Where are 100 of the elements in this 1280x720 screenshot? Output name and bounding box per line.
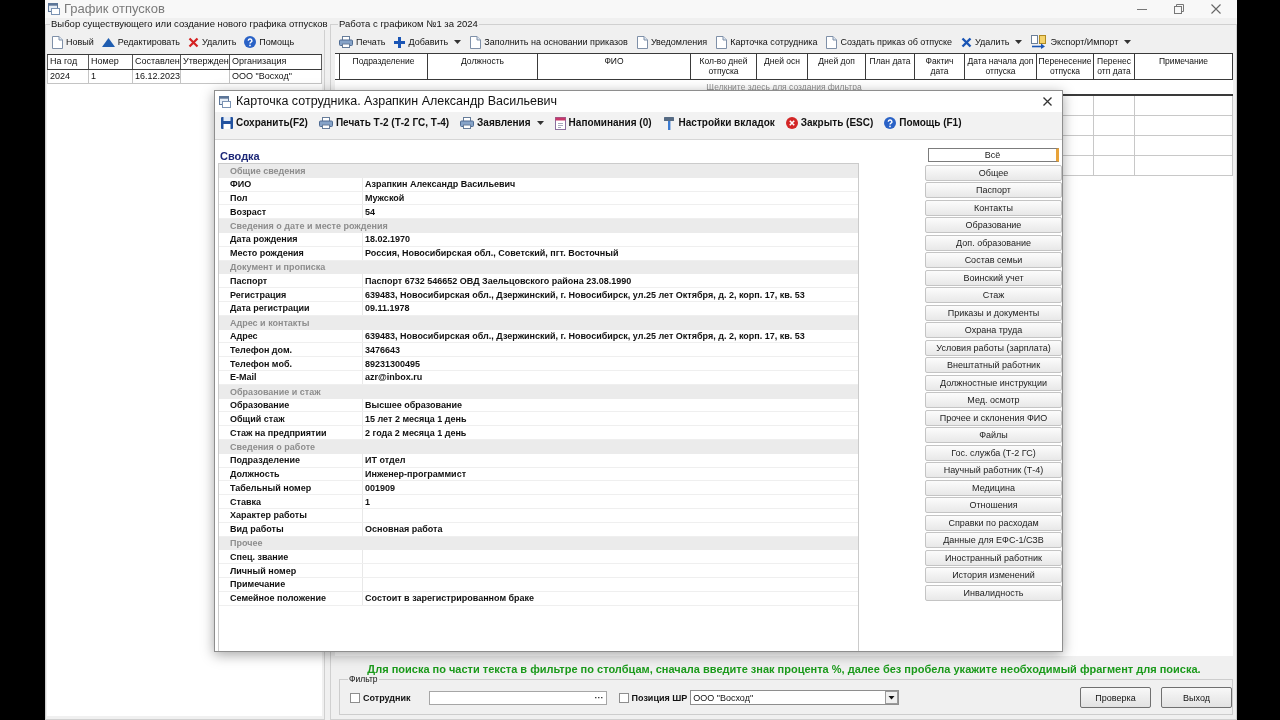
toolbar-button[interactable]: Экспорт/Импорт <box>1030 34 1133 50</box>
toolbar-button[interactable]: Настройки вкладок <box>661 115 776 131</box>
tab-button[interactable]: Условия работы (зарплата) <box>925 339 1062 356</box>
checkbox[interactable] <box>618 692 629 703</box>
toolbar-button[interactable]: Создать приказ об отпуске <box>825 34 954 50</box>
toolbar-button[interactable]: Новый <box>51 34 95 50</box>
column-header[interactable]: Утвержден <box>180 55 229 69</box>
column-header[interactable]: Кол-во дней отпуска <box>691 54 757 79</box>
tab-button[interactable]: Прочее и склонения ФИО <box>925 409 1062 426</box>
window-title: График отпусков <box>64 1 165 17</box>
tab-button[interactable]: Стаж <box>925 287 1062 303</box>
tab-button[interactable]: Должностные инструкции <box>925 374 1062 391</box>
column-header[interactable]: ФИО <box>538 54 691 79</box>
toolbar-button[interactable]: Печать Т-2 (Т-2 ГС, Т-4) <box>317 116 451 130</box>
field-label: Должность <box>230 468 280 479</box>
table-cell <box>180 70 229 84</box>
toolbar-button[interactable]: Помощь (F1) <box>883 116 963 130</box>
action-button[interactable]: Проверка <box>1080 687 1151 708</box>
field-label: Регистрация <box>230 289 287 300</box>
toolbar-button[interactable]: Уведомления <box>635 34 709 50</box>
tab-button[interactable]: Контакты <box>925 199 1062 216</box>
document-icon <box>52 35 63 49</box>
section-header: Образование и стаж <box>230 386 321 397</box>
tab-button[interactable]: Всё <box>928 148 1059 162</box>
tab-button[interactable]: Приказы и документы <box>925 304 1062 321</box>
column-header[interactable]: Подразделение <box>340 54 428 79</box>
tab-button[interactable]: Отношения <box>925 497 1062 513</box>
cross-icon <box>961 36 973 48</box>
column-header[interactable]: Составлен <box>132 55 180 69</box>
close-button[interactable] <box>1041 95 1054 108</box>
caret-icon <box>885 691 899 704</box>
close-icon <box>785 117 798 129</box>
toolbar-button[interactable]: Карточка сотрудника <box>715 34 819 50</box>
toolbar-button[interactable]: Закрыть (ESC) <box>784 116 875 130</box>
tab-button[interactable]: Справки по расходам <box>925 514 1062 531</box>
tab-button[interactable]: Инвалидность <box>925 584 1062 601</box>
employee-field[interactable]: ··· <box>428 690 607 705</box>
printer-icon <box>318 117 333 129</box>
column-header[interactable]: Должность <box>428 54 538 79</box>
toolbar-button[interactable]: Напоминания (0) <box>553 115 653 131</box>
checkbox-label: Позиция ШР <box>631 692 688 703</box>
column-header[interactable]: Дней доп <box>808 54 866 79</box>
app-window-icon <box>48 3 60 15</box>
toolbar-button[interactable]: Добавить <box>393 35 463 49</box>
toolbar-button[interactable]: Сохранить(F2) <box>220 116 309 130</box>
toolbar-button[interactable]: Заполнить на основании приказов <box>469 34 629 50</box>
browse-button[interactable]: ··· <box>592 692 606 703</box>
field-value: 09.11.1978 <box>365 303 410 314</box>
checkbox[interactable] <box>350 692 360 703</box>
tab-button[interactable]: Воинский учет <box>925 269 1062 286</box>
field-label: Дата регистрации <box>230 303 310 314</box>
toolbar-button[interactable]: Помощь <box>243 35 296 49</box>
tab-button[interactable]: Файлы <box>925 427 1062 443</box>
toolbar-button[interactable]: Редактировать <box>100 35 181 49</box>
column-header[interactable]: Номер <box>88 55 132 69</box>
field-label: Табельный номер <box>230 482 312 493</box>
tab-button[interactable]: Доп. образование <box>925 234 1062 251</box>
column-header[interactable]: Примечание <box>1135 54 1233 79</box>
tab-button[interactable]: История изменений <box>925 567 1062 583</box>
tab-button[interactable]: Состав семьи <box>925 252 1062 268</box>
triangle-icon <box>101 37 115 47</box>
column-header[interactable]: Перенес отп дата <box>1094 54 1135 79</box>
position-dropdown[interactable]: ООО "Восход" <box>690 690 900 705</box>
toolbar-button[interactable]: Удалить <box>960 35 1024 49</box>
field-value: Азрапкин Александр Васильевич <box>365 179 516 190</box>
field-value: 1 <box>365 496 370 507</box>
column-header[interactable]: Дата начала доп отпуска <box>965 54 1037 79</box>
help-icon <box>884 117 897 129</box>
field-label: ФИО <box>230 179 252 190</box>
column-header[interactable]: Организация <box>229 55 322 69</box>
field-label: Ставка <box>230 496 261 507</box>
column-header[interactable]: Фактич дата <box>915 54 965 79</box>
tab-button[interactable]: Паспорт <box>925 182 1062 198</box>
column-header[interactable]: План дата <box>866 54 915 79</box>
field-label: Примечание <box>230 579 286 590</box>
tab-button[interactable]: Мед. осмотр <box>925 392 1062 408</box>
column-header[interactable]: На год <box>47 55 88 69</box>
caret-icon <box>1015 40 1023 44</box>
tab-button[interactable]: Общее <box>925 164 1062 181</box>
tab-button[interactable]: Внештатный работник <box>925 357 1062 373</box>
column-header[interactable]: Перенесение отпуска <box>1037 54 1094 79</box>
field-value: 54 <box>365 206 375 217</box>
tab-button[interactable]: Охрана труда <box>925 322 1062 338</box>
column-header[interactable]: Дней осн <box>757 54 808 79</box>
action-button[interactable]: Выход <box>1161 687 1232 708</box>
tab-button[interactable]: Образование <box>925 217 1062 233</box>
field-label: Возраст <box>230 206 267 217</box>
tab-button[interactable]: Научный работник (Т-4) <box>925 462 1062 478</box>
close-icon <box>1043 97 1052 106</box>
tab-button[interactable]: Данные для ЕФС-1/СЗВ <box>925 532 1062 548</box>
toolbar-button[interactable]: Печать <box>338 35 387 49</box>
tab-button[interactable]: Гос. служба (Т-2 ГС) <box>925 444 1062 461</box>
tab-button[interactable]: Медицина <box>925 479 1062 496</box>
toolbar-button[interactable]: Заявления <box>459 116 545 130</box>
hammer-icon <box>662 116 676 130</box>
toolbar-button[interactable]: Удалить <box>186 35 238 49</box>
tab-button[interactable]: Иностранный работник <box>925 549 1062 566</box>
field-value: 89231300495 <box>365 358 421 369</box>
field-label: Дата рождения <box>230 234 298 245</box>
document-icon <box>716 35 728 49</box>
